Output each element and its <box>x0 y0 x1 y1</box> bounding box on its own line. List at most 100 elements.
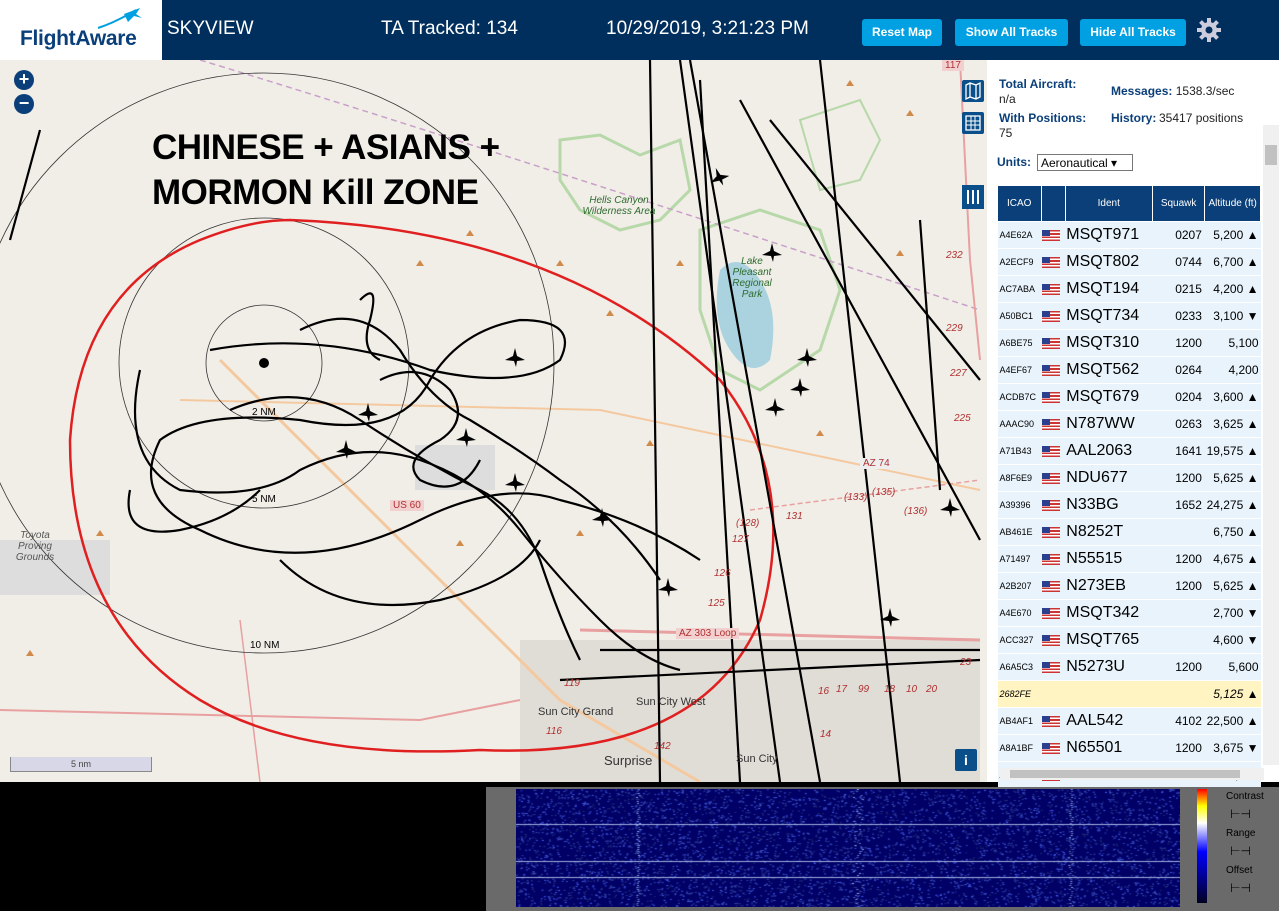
squawk-cell <box>1152 599 1205 627</box>
table-row[interactable]: A50BC1 MSQT734 0233 3,100 ▼ <box>997 302 1261 330</box>
table-row[interactable]: A8F6E9 NDU677 1200 5,625 ▲ <box>997 464 1261 492</box>
altitude-cell: 5,100 <box>1204 329 1261 357</box>
history-value: 35417 positions <box>1159 111 1244 125</box>
altitude-cell: 6,700 ▲ <box>1204 248 1261 276</box>
spectrum-waterfall <box>516 789 1180 907</box>
units-select[interactable]: Aeronautical ▾ <box>1037 154 1133 171</box>
flag-cell <box>1041 410 1066 438</box>
us-flag-icon <box>1042 608 1060 620</box>
map-layers-icon[interactable] <box>962 80 984 102</box>
offset-slider[interactable]: ⊢⊣ <box>1230 881 1251 895</box>
offset-label: Offset <box>1226 865 1253 876</box>
road-16: 16 <box>818 686 830 697</box>
us-flag-icon <box>1042 419 1060 431</box>
squawk-cell: 1652 <box>1152 491 1205 519</box>
ident-cell <box>1065 680 1153 708</box>
table-row[interactable]: A6A5C3 N5273U 1200 5,600 <box>997 653 1261 681</box>
table-row[interactable]: A6BE75 MSQT310 1200 5,100 <box>997 329 1261 357</box>
table-row[interactable]: A8A1BF N65501 1200 3,675 ▼ <box>997 734 1261 762</box>
table-row[interactable]: AB461E N8252T 6,750 ▲ <box>997 518 1261 546</box>
table-row[interactable]: ACDB7C MSQT679 0204 3,600 ▲ <box>997 383 1261 411</box>
place-surprise: Surprise <box>604 753 653 768</box>
table-row[interactable]: A71497 N55515 1200 4,675 ▲ <box>997 545 1261 573</box>
messages-value: 1538.3/sec <box>1175 84 1235 98</box>
bottom-left-panel <box>0 787 472 911</box>
squawk-cell: 1200 <box>1152 464 1205 492</box>
columns-icon[interactable] <box>962 185 984 209</box>
table-row[interactable]: A4EF67 MSQT562 0264 4,200 <box>997 356 1261 384</box>
flag-cell <box>1041 653 1066 681</box>
squawk-cell: 0264 <box>1152 356 1205 384</box>
table-row[interactable]: A39396 N33BG 1652 24,275 ▲ <box>997 491 1261 519</box>
icao-cell: A2ECF9 <box>997 248 1041 276</box>
grid-toggle-icon[interactable] <box>962 112 984 134</box>
icao-cell: 2682FE <box>997 680 1041 708</box>
info-button[interactable]: i <box>955 749 977 771</box>
table-header: ICAO Ident Squawk Altitude (ft) <box>997 185 1261 222</box>
table-horizontal-scrollbar[interactable] <box>1000 768 1264 780</box>
table-row[interactable]: AAAC90 N787WW 0263 3,625 ▲ <box>997 410 1261 438</box>
zoom-out-button[interactable]: − <box>14 94 34 114</box>
gear-icon[interactable] <box>1196 17 1222 43</box>
col-squawk[interactable]: Squawk <box>1151 185 1206 222</box>
hide-all-tracks-button[interactable]: Hide All Tracks <box>1080 19 1186 46</box>
road-232: 232 <box>946 250 963 261</box>
table-row[interactable]: 2682FE 5,125 ▲ <box>997 680 1261 708</box>
contrast-slider[interactable]: ⊢⊣ <box>1230 807 1251 821</box>
contrast-label: Contrast <box>1226 791 1264 802</box>
flag-cell <box>1041 734 1066 762</box>
us-flag-icon <box>1042 554 1060 566</box>
icao-cell: A50BC1 <box>997 302 1041 330</box>
squawk-cell <box>1152 518 1205 546</box>
altitude-cell: 5,625 ▲ <box>1204 464 1261 492</box>
road-17: 17 <box>836 684 848 695</box>
table-row[interactable]: A2B207 N273EB 1200 5,625 ▲ <box>997 572 1261 600</box>
flag-cell <box>1041 329 1066 357</box>
flag-cell <box>1041 491 1066 519</box>
table-row[interactable]: A4E62A MSQT971 0207 5,200 ▲ <box>997 221 1261 249</box>
table-row[interactable]: A71B43 AAL2063 1641 19,575 ▲ <box>997 437 1261 465</box>
spectrum-panel: Contrast ⊢⊣ Range ⊢⊣ Offset ⊢⊣ <box>486 787 1279 911</box>
altitude-cell: 3,675 ▼ <box>1204 734 1261 762</box>
us-flag-icon <box>1042 365 1060 377</box>
altitude-cell: 19,575 ▲ <box>1204 437 1261 465</box>
table-row[interactable]: ACC327 MSQT765 4,600 ▼ <box>997 626 1261 654</box>
flightaware-logo[interactable]: FlightAware <box>0 0 162 60</box>
show-all-tracks-button[interactable]: Show All Tracks <box>955 19 1068 46</box>
range-slider[interactable]: ⊢⊣ <box>1230 844 1251 858</box>
road-14: 14 <box>820 729 832 740</box>
icao-cell: AB461E <box>997 518 1041 546</box>
us-flag-icon <box>1042 527 1060 539</box>
ident-cell: N273EB <box>1065 572 1153 600</box>
messages-stat: Messages: 1538.3/sec <box>1111 84 1234 98</box>
table-vertical-scrollbar[interactable] <box>1263 125 1279 765</box>
table-row[interactable]: A2ECF9 MSQT802 0744 6,700 ▲ <box>997 248 1261 276</box>
icao-cell: A6A5C3 <box>997 653 1041 681</box>
icao-cell: A71B43 <box>997 437 1041 465</box>
road-128: (128) <box>736 518 760 529</box>
map-view[interactable]: + − CHINESE + ASIANS + MORMON Kill ZONE … <box>0 60 987 782</box>
flag-cell <box>1041 518 1066 546</box>
ident-cell: MSQT562 <box>1065 356 1153 384</box>
place-lake-pleasant: Lake Pleasant Regional Park <box>732 256 772 300</box>
ident-cell: MSQT310 <box>1065 329 1153 357</box>
icao-cell: A2B207 <box>997 572 1041 600</box>
squawk-cell: 1200 <box>1152 545 1205 573</box>
col-icao[interactable]: ICAO <box>997 185 1042 222</box>
icao-cell: A8A1BF <box>997 734 1041 762</box>
units-label: Units: <box>997 155 1031 169</box>
table-row[interactable]: AB4AF1 AAL542 4102 22,500 ▲ <box>997 707 1261 735</box>
flag-cell <box>1041 707 1066 735</box>
road-133: (133) <box>844 492 868 503</box>
road-10: 10 <box>906 684 918 695</box>
top-bar: FlightAware SKYVIEW TA Tracked: 134 10/2… <box>0 0 1279 60</box>
table-row[interactable]: AC7ABA MSQT194 0215 4,200 ▲ <box>997 275 1261 303</box>
col-altitude[interactable]: Altitude (ft) <box>1204 185 1261 222</box>
us-flag-icon <box>1042 473 1060 485</box>
zoom-in-button[interactable]: + <box>14 70 34 90</box>
reset-map-button[interactable]: Reset Map <box>862 19 942 46</box>
squawk-cell <box>1152 626 1205 654</box>
icao-cell: A4E670 <box>997 599 1041 627</box>
table-row[interactable]: A4E670 MSQT342 2,700 ▼ <box>997 599 1261 627</box>
col-ident[interactable]: Ident <box>1064 185 1153 222</box>
